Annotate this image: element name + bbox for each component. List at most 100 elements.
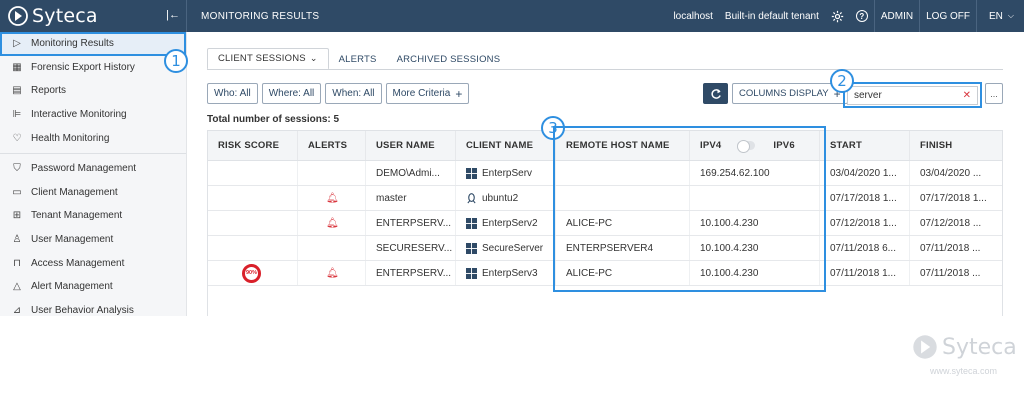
sidebar-item-label: Access Management [31,257,125,269]
windows-icon [466,242,477,254]
alerts-cell: 🔔︎ [298,186,366,210]
tab-client-sessions[interactable]: CLIENT SESSIONS ⌄ [207,48,329,70]
start-cell: 03/04/2020 1... [820,161,910,185]
search-highlight: ✕ [843,82,982,108]
start-cell: 07/12/2018 1... [820,211,910,235]
lock-icon: ⊓ [13,257,21,269]
sidebar-item-monitoring-results[interactable]: ▷ Monitoring Results [0,32,186,56]
column-start[interactable]: START [820,131,910,160]
column-alerts[interactable]: ALERTS [298,131,366,160]
tab-alerts[interactable]: ALERTS [329,48,387,70]
tab-bar: CLIENT SESSIONS ⌄ ALERTS ARCHIVED SESSIO… [207,48,510,70]
sidebar-item-label: Reports [31,85,67,97]
risk-score-cell [208,236,298,260]
tenant-icon: ⊞ [12,210,22,222]
play-icon: ▷ [13,38,21,50]
settings-gear-icon[interactable] [825,0,850,32]
more-criteria-label: More Criteria [392,88,451,99]
watermark-text: Syteca [942,334,1017,360]
clear-search-icon[interactable]: ✕ [963,90,971,101]
user-name-cell: ENTERPSERV... [366,261,456,285]
linux-icon [466,192,477,204]
sidebar-item-label: User Management [31,234,114,246]
page-title: MONITORING RESULTS [201,10,320,22]
sidebar-item-user-behavior-analysis[interactable]: ⊿ User Behavior Analysis [0,299,186,316]
shield-icon: ⛉ [13,163,21,175]
finish-cell: 03/04/2020 ... [920,167,982,179]
sidebar-divider [0,152,186,154]
columns-display-label: COLUMNS DISPLAY [739,88,829,99]
alerts-cell: 🔔︎ [298,261,366,285]
client-name-cell: EnterpServ3 [456,261,556,285]
sidebar-item-client-management[interactable]: ▭ Client Management [0,181,186,205]
help-icon[interactable]: ? [850,0,874,32]
tenant-selector[interactable]: Built-in default tenant [719,0,825,32]
start-cell: 07/17/2018 1... [820,186,910,210]
language-selector[interactable]: EN ⌵ [977,0,1024,32]
user-name-cell: SECURESERV... [366,236,456,260]
column-finish[interactable]: FINISH [910,131,1002,160]
sidebar-item-password-management[interactable]: ⛉ Password Management [0,157,186,181]
bell-icon: △ [13,281,21,293]
total-sessions-count: Total number of sessions: 5 [207,114,340,125]
client-name-cell: EnterpServ [456,161,556,185]
who-filter-button[interactable]: Who: All [207,83,258,104]
column-client-name[interactable]: CLIENT NAME [456,131,556,160]
finish-cell: 07/17/2018 1... [920,192,987,204]
alerts-cell [298,236,366,260]
watermark: Syteca [912,334,1017,360]
alerts-cell [298,161,366,185]
film-icon: ▦ [12,61,22,73]
risk-score-cell [208,211,298,235]
sidebar-item-forensic-export-history[interactable]: ▦ Forensic Export History [0,56,186,80]
user-name-cell: ENTERPSERV... [366,211,456,235]
top-navigation-bar: Syteca |← MONITORING RESULTS localhost B… [0,0,1024,32]
tab-label: CLIENT SESSIONS [218,53,306,64]
logo-area: Syteca |← [0,0,187,32]
sidebar-item-alert-management[interactable]: △ Alert Management [0,275,186,299]
windows-icon [466,267,477,279]
collapse-sidebar-icon[interactable]: |← [166,9,180,21]
more-criteria-button[interactable]: More Criteria + [385,83,470,104]
user-icon: ♙ [12,234,22,246]
where-filter-button[interactable]: Where: All [261,83,322,104]
when-filter-button[interactable]: When: All [325,83,382,104]
refresh-icon [710,88,721,99]
more-options-button[interactable]: ... [985,83,1003,104]
client-name-cell: ubuntu2 [456,186,556,210]
sidebar-item-tenant-management[interactable]: ⊞ Tenant Management [0,204,186,228]
host-label: localhost [673,10,713,22]
monitor-icon: ▭ [12,186,22,198]
finish-cell: 07/12/2018 ... [920,217,982,229]
sidebar-item-user-management[interactable]: ♙ User Management [0,228,186,252]
risk-score-cell [208,186,298,210]
sidebar-item-reports[interactable]: ▤ Reports [0,79,186,103]
user-name-cell: master [366,186,456,210]
client-name-cell: EnterpServ2 [456,211,556,235]
syteca-logo-icon [8,6,28,26]
highlight-box-remote-ip [553,126,826,292]
search-input[interactable] [854,89,954,101]
client-name-text: EnterpServ [482,167,533,179]
sidebar-item-health-monitoring[interactable]: ♡ Health Monitoring [0,126,186,150]
start-cell: 07/11/2018 1... [820,261,910,285]
admin-user-menu[interactable]: ADMIN [875,0,919,32]
logo-text: Syteca [32,5,98,27]
client-name-cell: SecureServer [456,236,556,260]
tab-archived-sessions[interactable]: ARCHIVED SESSIONS [387,48,511,70]
analysis-icon: ⊿ [12,304,22,316]
sidebar-item-interactive-monitoring[interactable]: ⊫ Interactive Monitoring [0,103,186,127]
column-user-name[interactable]: USER NAME [366,131,456,160]
risk-score-cell: 90% [208,261,298,285]
watermark-url: www.syteca.com [930,366,998,376]
sidebar-item-label: Health Monitoring [31,132,110,144]
finish-cell: 07/11/2018 ... [920,242,981,254]
column-risk-score[interactable]: RISK SCORE [208,131,298,160]
plus-icon: + [455,86,463,101]
sidebar-item-label: User Behavior Analysis [31,304,134,316]
windows-icon [466,217,477,229]
logoff-button[interactable]: LOG OFF [920,0,976,32]
refresh-button[interactable] [703,83,728,104]
sidebar: ▷ Monitoring Results ▦ Forensic Export H… [0,32,187,316]
sidebar-item-access-management[interactable]: ⊓ Access Management [0,251,186,275]
